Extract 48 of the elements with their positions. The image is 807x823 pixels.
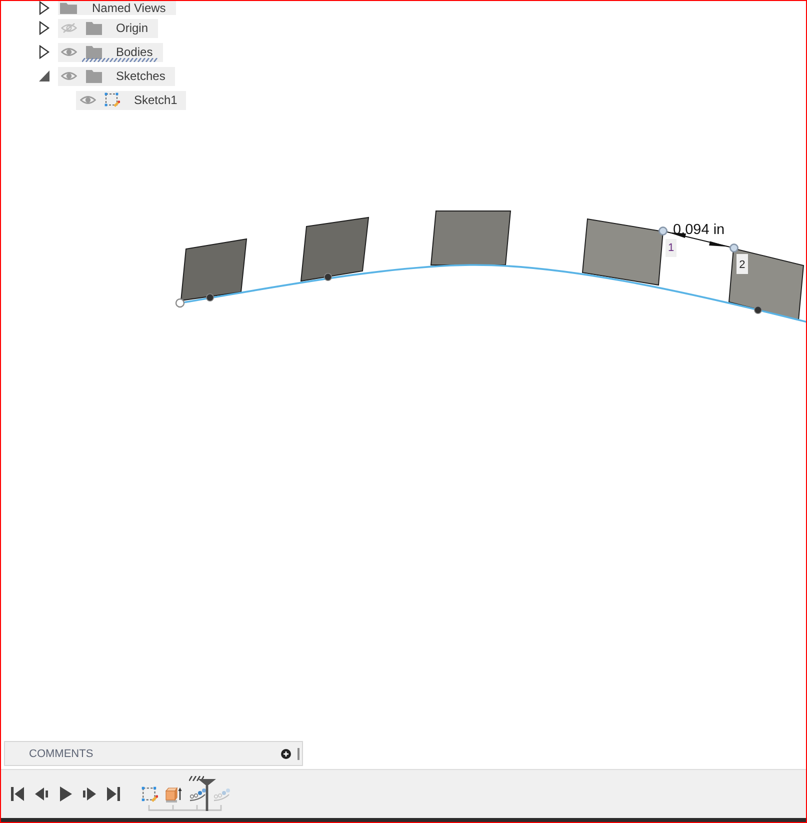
- playback-button[interactable]: [83, 786, 96, 802]
- folder-icon: [86, 21, 102, 35]
- playback-button[interactable]: [59, 786, 72, 802]
- sketch-profile: [300, 216, 370, 282]
- caret-icon[interactable]: [39, 45, 50, 59]
- point-number-label: 2: [736, 254, 748, 274]
- browser-node[interactable]: Sketches: [58, 66, 176, 86]
- skip-to-end-icon: [107, 786, 120, 802]
- caret-icon[interactable]: [39, 21, 50, 35]
- sketch-point: [324, 273, 332, 281]
- extrude-icon: [165, 786, 182, 802]
- dimension-point[interactable]: [730, 244, 738, 252]
- playback-button[interactable]: [35, 786, 48, 802]
- dimension-point[interactable]: [658, 226, 668, 236]
- sketch-icon: [141, 786, 158, 802]
- timeline-feature[interactable]: [165, 786, 182, 802]
- folder-icon: [86, 45, 102, 59]
- folder-icon: [86, 69, 102, 83]
- browser-node[interactable]: Sketch1: [76, 90, 186, 110]
- sketch-point: [754, 306, 762, 314]
- add-comment-button[interactable]: [281, 748, 291, 758]
- dimension-value[interactable]: 0.094 in: [673, 222, 725, 238]
- timeline-feature[interactable]: [141, 786, 158, 802]
- pattern-on-path-icon: [213, 786, 230, 802]
- panel-grip-icon[interactable]: [297, 748, 300, 760]
- caret-icon[interactable]: [39, 1, 50, 15]
- step-back-icon: [35, 786, 48, 802]
- sketch-point: [206, 294, 214, 302]
- sketch-icon: [104, 92, 120, 108]
- playback-button[interactable]: [11, 786, 24, 802]
- browser-node[interactable]: Named Views: [58, 1, 176, 15]
- point-number-label: 1: [666, 239, 676, 257]
- sketch-profile: [180, 238, 248, 302]
- play-icon: [59, 786, 72, 802]
- timeline-marker[interactable]: [198, 779, 216, 811]
- hatch-icon: [189, 776, 204, 781]
- browser-node[interactable]: Origin: [58, 18, 158, 38]
- add-icon: [281, 748, 291, 758]
- caret-icon[interactable]: [39, 69, 50, 83]
- comments-title: COMMENTS: [29, 748, 94, 760]
- folder-icon: [60, 2, 77, 14]
- step-forward-icon: [83, 786, 96, 802]
- playback-button[interactable]: [107, 786, 120, 802]
- sketch-endpoint: [175, 298, 185, 308]
- skip-to-start-icon: [11, 786, 24, 802]
- pattern-on-path-icon: [189, 786, 206, 802]
- timeline-feature[interactable]: [189, 786, 206, 802]
- browser-node[interactable]: Bodies: [58, 42, 163, 62]
